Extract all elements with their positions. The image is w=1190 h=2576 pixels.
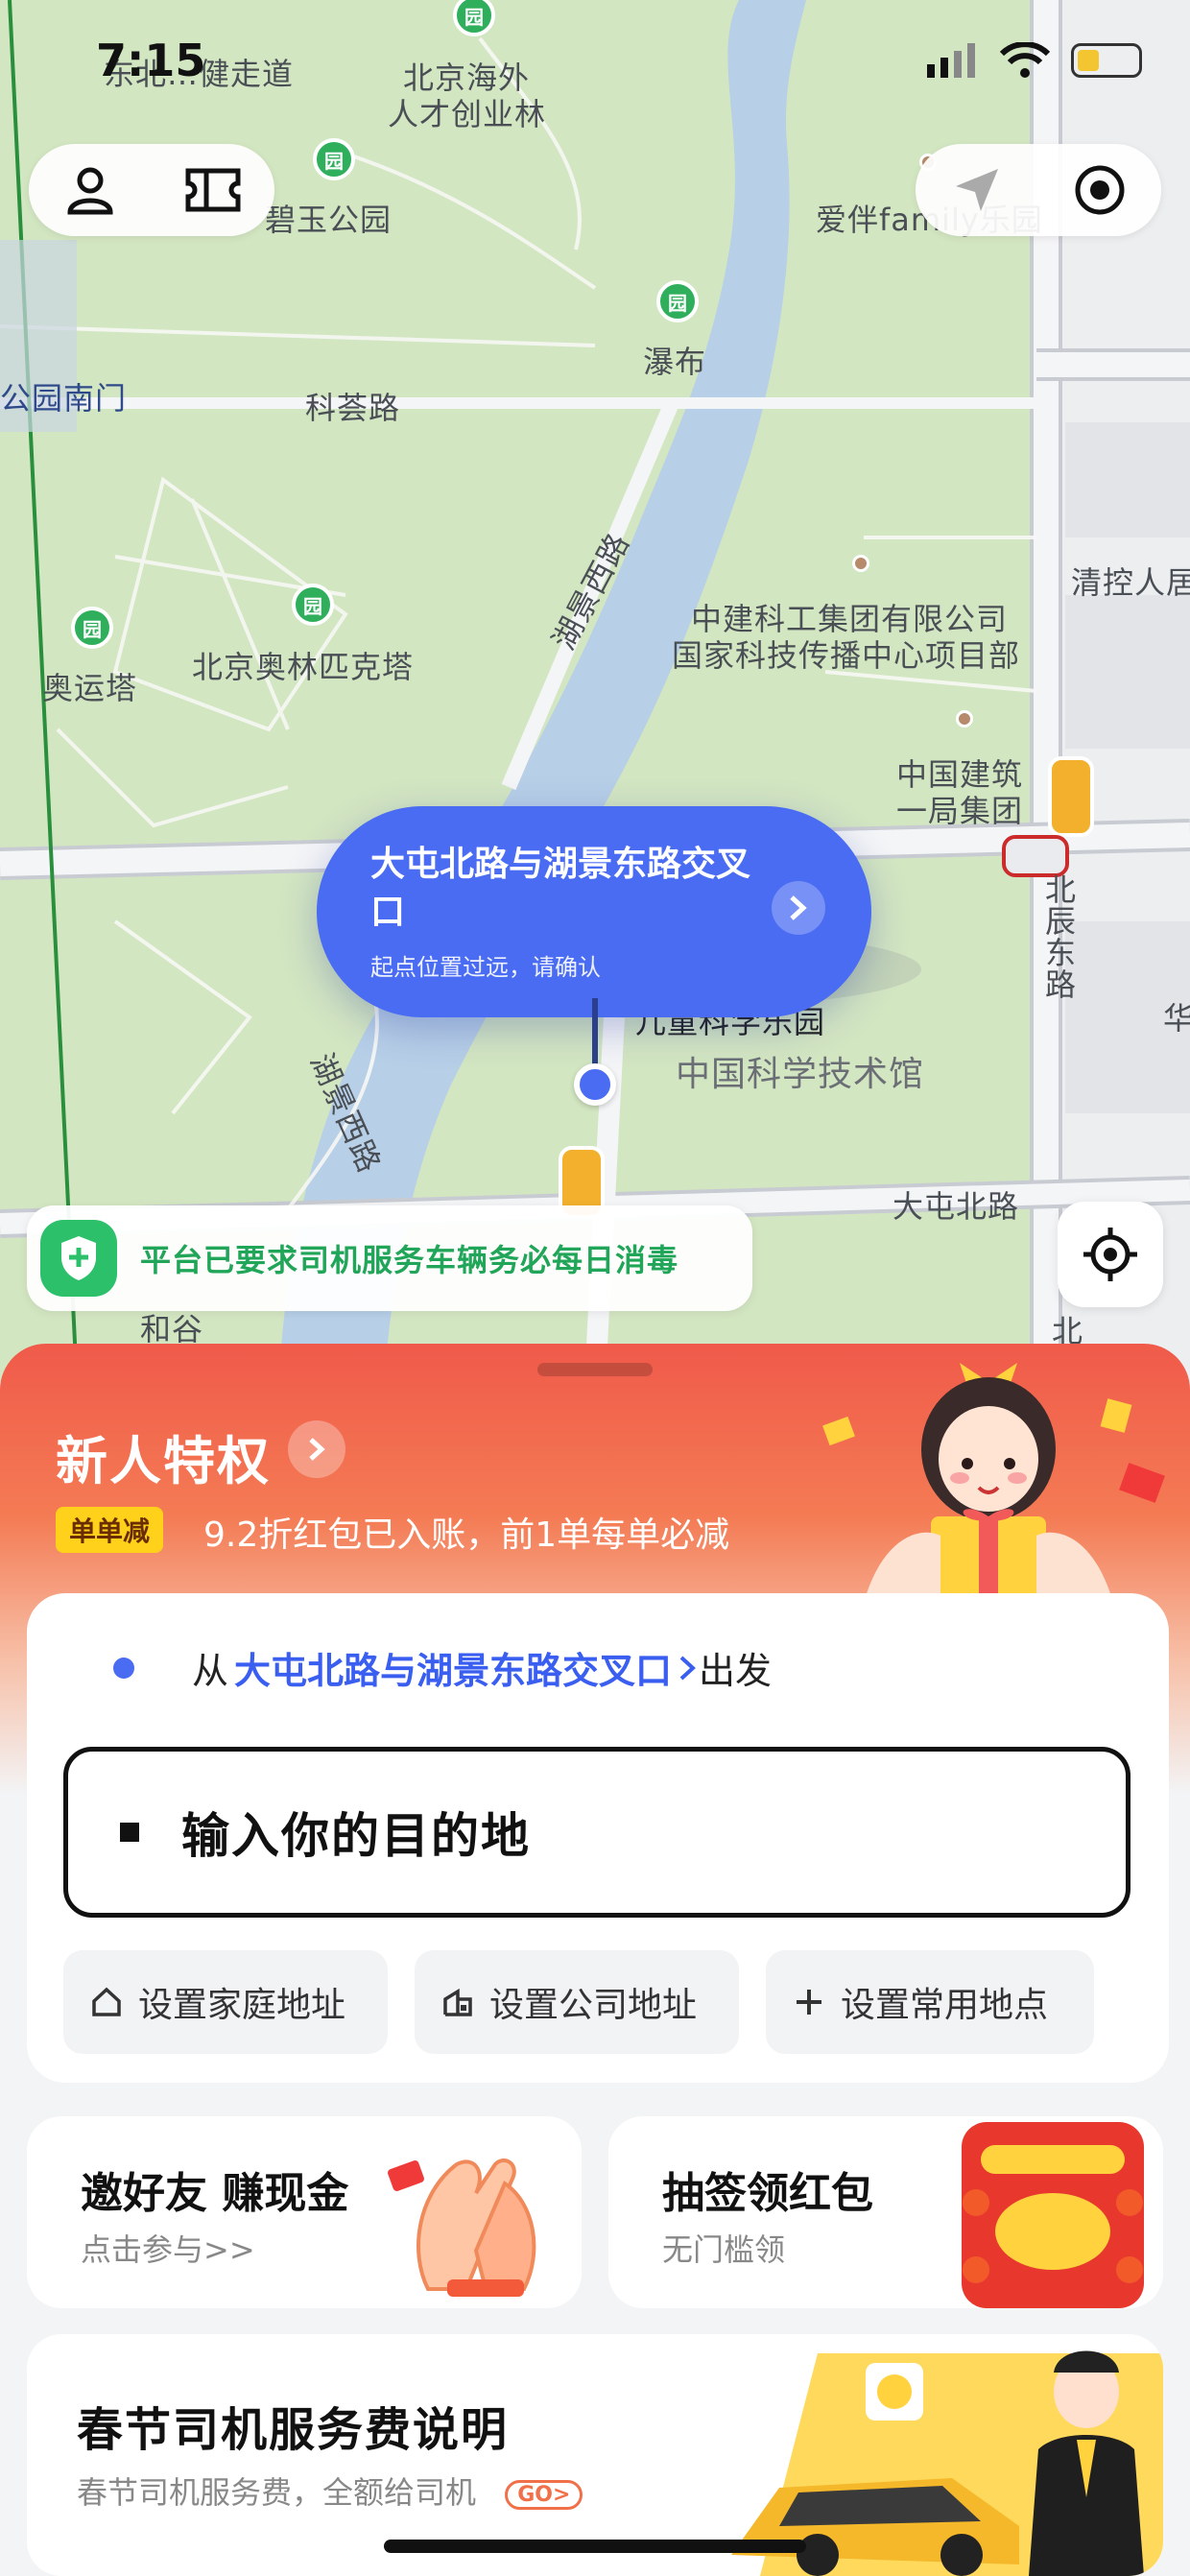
home-indicator[interactable]: [384, 2540, 806, 2553]
navigation-arrow-icon[interactable]: [946, 159, 1008, 221]
set-company-label: 设置公司地址: [489, 1986, 698, 2025]
lottery-illustration: [962, 2122, 1144, 2308]
park-poi-icon[interactable]: 园: [292, 584, 334, 626]
map-label: 瀑布: [643, 344, 707, 380]
pickup-pin-dot: [574, 1063, 616, 1106]
target-icon[interactable]: [1069, 159, 1130, 221]
park-poi-icon[interactable]: 园: [313, 138, 355, 180]
chevron-right-icon: [679, 1656, 696, 1680]
pickup-location-title: 大屯北路与湖景东路交叉口: [370, 845, 751, 932]
set-home-button[interactable]: 设置家庭地址: [63, 1950, 388, 2054]
pickup-location-link[interactable]: 大屯北路与湖景东路交叉口: [234, 1641, 672, 1694]
invite-subtitle: 点击参与>>: [81, 2231, 255, 2268]
location-dot-icon[interactable]: [956, 710, 973, 727]
address-shortcuts: 设置家庭地址 设置公司地址 设置常用地点: [63, 1950, 1094, 2054]
park-poi-icon[interactable]: 园: [71, 607, 113, 649]
top-right-actions: [916, 144, 1161, 236]
set-company-button[interactable]: 设置公司地址: [415, 1950, 739, 2054]
locate-me-button[interactable]: [1058, 1202, 1163, 1307]
set-frequent-place-label: 设置常用地点: [841, 1986, 1049, 2025]
map-label: 碧玉公园: [265, 202, 393, 238]
map-view[interactable]: 园 园 园 园 园 东北…健走道 北京海外 人才创业林 碧玉公园 爱伴famil…: [0, 0, 1190, 1382]
map-label: 公园南门: [0, 380, 128, 417]
status-time: 7:15: [96, 35, 206, 86]
promo-badge: 单单减: [56, 1507, 164, 1553]
festival-subtitle-text: 春节司机服务费，全额给司机: [77, 2474, 477, 2511]
park-poi-icon[interactable]: 园: [656, 280, 699, 322]
cellular-signal-icon: [927, 43, 975, 78]
safety-notice-text: 平台已要求司机服务车辆务必每日消毒: [140, 1242, 679, 1278]
set-frequent-place-button[interactable]: 设置常用地点: [766, 1950, 1094, 2054]
crosshair-icon: [1083, 1228, 1137, 1281]
chevron-right-icon[interactable]: [288, 1420, 345, 1478]
lottery-title: 抽签领红包: [662, 2169, 873, 2218]
map-label: 华: [1163, 1000, 1190, 1037]
invite-title: 邀好友 赚现金: [81, 2169, 349, 2218]
map-label: 国家科技传播中心项目部: [672, 637, 1021, 674]
bottom-sheet: 新人特权 单单减 9.2折红包已入账，前1单每单必减 从 大屯北路与湖景东路交叉…: [0, 1344, 1190, 2576]
pickup-dot-icon: [113, 1657, 134, 1679]
map-label: 北辰东路: [1040, 873, 1077, 1000]
map-label: 科荟路: [305, 390, 401, 426]
map-label: 一局集团: [896, 793, 1024, 829]
trip-planner-card: 从 大屯北路与湖景东路交叉口 出发 输入你的目的地 设置家庭地址 设置公司地址 …: [27, 1593, 1169, 2083]
go-badge[interactable]: GO>: [505, 2479, 583, 2510]
gift-mascot-illustration: [822, 1363, 1165, 1603]
destination-square-icon: [120, 1823, 139, 1842]
pickup-suffix: 出发: [699, 1650, 773, 1692]
battery-icon: [1071, 43, 1142, 78]
invite-friends-card[interactable]: 邀好友 赚现金 点击参与>>: [27, 2116, 582, 2308]
ticket-icon[interactable]: [182, 159, 244, 221]
plus-icon: [797, 1990, 821, 2015]
clapping-hands-icon: [388, 2159, 536, 2297]
safety-notice[interactable]: 平台已要求司机服务车辆务必每日消毒: [27, 1205, 752, 1311]
status-icons: [927, 42, 1142, 79]
home-icon: [92, 1987, 121, 2016]
destination-placeholder: 输入你的目的地: [181, 1808, 531, 1864]
pickup-location-subtitle: 起点位置过远，请确认: [370, 954, 601, 981]
building-icon: [443, 1988, 472, 2016]
pickup-prefix: 从: [192, 1650, 229, 1692]
festival-title: 春节司机服务费说明: [77, 2403, 510, 2457]
top-left-actions: [29, 144, 274, 236]
chevron-right-icon: [772, 881, 825, 935]
festival-subtitle: 春节司机服务费，全额给司机 GO>: [77, 2469, 583, 2513]
map-label: 人才创业林: [388, 96, 547, 132]
location-dot-icon[interactable]: [852, 555, 869, 572]
map-label: 北京奥林匹克塔: [192, 649, 415, 685]
lottery-card[interactable]: 抽签领红包 无门槛领: [608, 2116, 1163, 2308]
promo-title[interactable]: 新人特权: [56, 1419, 271, 1494]
promo-description: 9.2折红包已入账，前1单每单必减: [203, 1515, 730, 1555]
lottery-subtitle: 无门槛领: [662, 2231, 786, 2268]
map-label: 大屯北路: [892, 1188, 1020, 1225]
destination-input[interactable]: 输入你的目的地: [63, 1747, 1130, 1918]
profile-icon[interactable]: [60, 159, 121, 221]
map-label: 中国科学技术馆: [676, 1055, 925, 1094]
shield-plus-icon: [40, 1220, 117, 1297]
pickup-location-bubble[interactable]: 大屯北路与湖景东路交叉口 起点位置过远，请确认: [317, 806, 871, 1017]
map-label: 清控人居: [1071, 564, 1190, 601]
set-home-label: 设置家庭地址: [138, 1986, 346, 2025]
pickup-row[interactable]: 从 大屯北路与湖景东路交叉口 出发: [113, 1641, 772, 1694]
map-label: 奥运塔: [42, 670, 138, 706]
sheet-grabber[interactable]: [537, 1363, 653, 1376]
wifi-icon: [1000, 42, 1050, 78]
